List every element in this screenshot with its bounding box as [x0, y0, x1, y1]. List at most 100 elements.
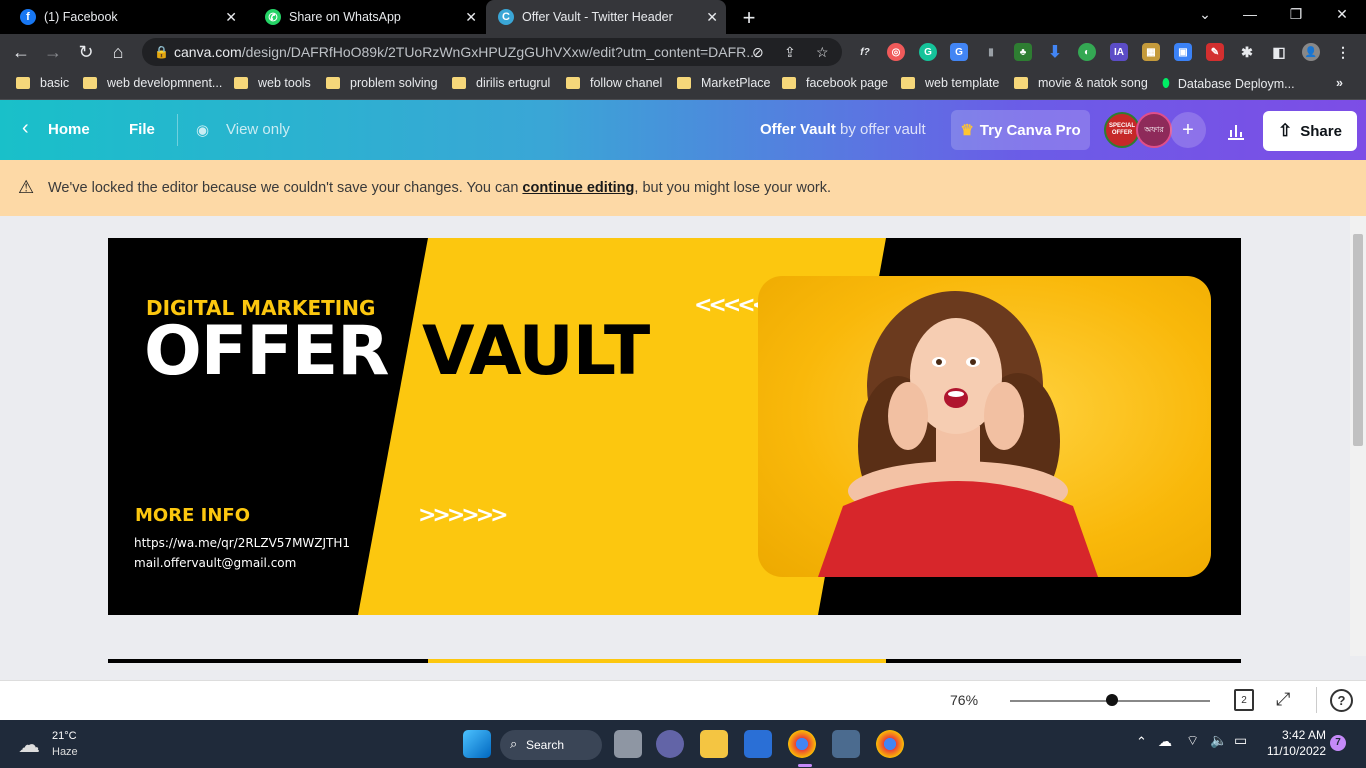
continue-editing-link[interactable]: continue editing [522, 180, 634, 196]
extension-icon[interactable]: ◐ [1078, 43, 1096, 61]
translate-icon[interactable]: G [950, 43, 968, 61]
fullscreen-icon[interactable]: ⤢ [1276, 689, 1290, 710]
help-icon[interactable]: ? [1330, 689, 1353, 712]
bookmark-folder[interactable]: movie & natok song [1014, 76, 1148, 90]
folder-icon [566, 77, 580, 89]
extension-icon[interactable]: ◎ [887, 43, 905, 61]
design-page[interactable]: DIGITAL MARKETING OFFER VAULT <<<<<< >>>… [108, 238, 1241, 615]
close-window-icon[interactable]: ✕ [1332, 6, 1352, 23]
home-button[interactable]: Home [48, 121, 90, 138]
bookmark-star-icon[interactable]: ☆ [816, 38, 829, 66]
chrome-profile-icon[interactable] [876, 730, 904, 758]
clock-time[interactable]: 3:42 AM [1270, 728, 1326, 742]
notification-badge[interactable]: 7 [1330, 735, 1346, 751]
bookmark-folder[interactable]: facebook page [782, 76, 888, 90]
wifi-icon[interactable]: ⌔ [1186, 732, 1199, 750]
tab-facebook[interactable]: f (1) Facebook ✕ [0, 0, 245, 34]
bookmark-folder[interactable]: MarketPlace [677, 76, 770, 90]
file-explorer-icon[interactable] [700, 730, 728, 758]
share-button[interactable]: ⇧ Share [1263, 111, 1357, 151]
bookmark-label: basic [40, 76, 70, 90]
collaborator-avatar[interactable]: অফার [1136, 112, 1172, 148]
show-hidden-icons[interactable]: ⌃ [1136, 734, 1147, 750]
bookmark-folder[interactable]: web template [901, 76, 999, 90]
divider [177, 114, 178, 146]
zoom-slider-handle[interactable] [1106, 694, 1118, 706]
battery-icon[interactable]: ▭ [1234, 732, 1247, 749]
home-icon[interactable]: ⌂ [107, 42, 129, 62]
eye-off-icon[interactable]: ⊘ [752, 38, 764, 66]
chevron-left-icon[interactable]: ‹ [22, 117, 29, 140]
tab-strip: f (1) Facebook ✕ ✆ Share on WhatsApp ✕ C… [0, 0, 1366, 34]
editor-locked-banner: ⚠ We've locked the editor because we cou… [0, 160, 1366, 216]
taskbar-search[interactable]: ⌕ Search [500, 730, 602, 760]
horizontal-scrollbar[interactable] [0, 664, 1350, 680]
extension-icon[interactable]: ▦ [1142, 43, 1160, 61]
close-tab-icon[interactable]: ✕ [706, 9, 718, 26]
bookmark-folder[interactable]: follow chanel [566, 76, 662, 90]
bookmark-folder[interactable]: web developmnent... [83, 76, 222, 90]
ia-extension-icon[interactable]: IA [1110, 43, 1128, 61]
close-tab-icon[interactable]: ✕ [465, 9, 477, 26]
bookmark-label: Database Deploym... [1177, 76, 1295, 91]
tab-search-icon[interactable]: ⌄ [1195, 6, 1215, 23]
url-input[interactable]: 🔒 canva.com/design/DAFRfHoO89k/2TUoRzWnG… [142, 38, 842, 66]
onedrive-icon[interactable]: ☁ [1158, 733, 1172, 750]
scrollbar-thumb[interactable] [1353, 234, 1363, 446]
extension-icon[interactable]: ✎ [1206, 43, 1224, 61]
download-icon[interactable]: ⬇ [1046, 43, 1064, 61]
reload-icon[interactable]: ↻ [75, 42, 97, 62]
bookmark-folder[interactable]: problem solving [326, 76, 438, 90]
font-extension-icon[interactable]: f? [856, 43, 874, 61]
canva-header: ‹ Home File ◉ View only Offer Vault by o… [0, 100, 1366, 160]
teams-chat-icon[interactable] [656, 730, 684, 758]
tree-extension-icon[interactable]: ♣ [1014, 43, 1032, 61]
microsoft-store-icon[interactable] [744, 730, 772, 758]
volume-icon[interactable]: 🔈 [1210, 732, 1227, 749]
task-manager-icon[interactable] [832, 730, 860, 758]
chrome-icon[interactable] [788, 730, 816, 758]
more-bookmarks-icon[interactable]: » [1336, 76, 1343, 90]
forward-icon[interactable]: → [42, 42, 64, 62]
extensions-puzzle-icon[interactable]: ✱ [1238, 43, 1256, 61]
bookmark-folder[interactable]: dirilis ertugrul [452, 76, 550, 90]
profile-avatar[interactable]: 👤 [1302, 43, 1320, 61]
view-only-label[interactable]: View only [226, 121, 290, 138]
whatsapp-icon: ✆ [265, 9, 281, 25]
close-tab-icon[interactable]: ✕ [225, 9, 237, 26]
file-menu[interactable]: File [129, 121, 155, 138]
bookmark-folder[interactable]: web tools [234, 76, 311, 90]
document-title[interactable]: Offer Vault by offer vault [760, 121, 926, 138]
maximize-icon[interactable]: ❐ [1286, 6, 1306, 23]
grammarly-icon[interactable]: G [919, 43, 937, 61]
page-count-icon[interactable]: 2 [1234, 689, 1254, 711]
minimize-icon[interactable]: — [1240, 6, 1260, 22]
woman-photo-image [758, 276, 1211, 577]
bookmark-folder[interactable]: basic [16, 76, 69, 90]
try-canva-pro-button[interactable]: ♛ Try Canva Pro [951, 110, 1090, 150]
menu-kebab-icon[interactable]: ⋮ [1334, 43, 1352, 61]
screen-capture-icon[interactable]: ▣ [1174, 43, 1192, 61]
upload-icon: ⇧ [1278, 121, 1293, 140]
windows-start-icon[interactable] [463, 730, 491, 758]
collaborator-avatar[interactable]: SPECIAL OFFER [1104, 112, 1140, 148]
mongodb-leaf-icon: ⬮ [1162, 76, 1170, 90]
folder-icon [782, 77, 796, 89]
bookmark-label: movie & natok song [1038, 76, 1148, 90]
insights-chart-icon[interactable] [1216, 111, 1256, 151]
vertical-scrollbar[interactable] [1350, 216, 1366, 656]
task-view-icon[interactable] [614, 730, 642, 758]
back-icon[interactable]: ← [10, 42, 32, 62]
clock-date[interactable]: 11/10/2022 [1262, 744, 1326, 758]
tab-whatsapp[interactable]: ✆ Share on WhatsApp ✕ [245, 0, 485, 34]
tab-offer-vault[interactable]: C Offer Vault - Twitter Header ✕ [486, 0, 726, 34]
weather-cloud-icon: ☁ [18, 732, 40, 757]
new-tab-button[interactable]: + [738, 5, 760, 31]
add-collaborator-icon[interactable]: + [1170, 112, 1206, 148]
share-page-icon[interactable]: ⇪ [784, 38, 796, 66]
temperature[interactable]: 21°C [52, 730, 77, 742]
bookmark-item[interactable]: ⬮ Database Deploym... [1162, 76, 1295, 91]
folder-icon [83, 77, 97, 89]
side-panel-icon[interactable]: ◧ [1270, 43, 1288, 61]
extension-icon[interactable]: ▮ [982, 43, 1000, 61]
